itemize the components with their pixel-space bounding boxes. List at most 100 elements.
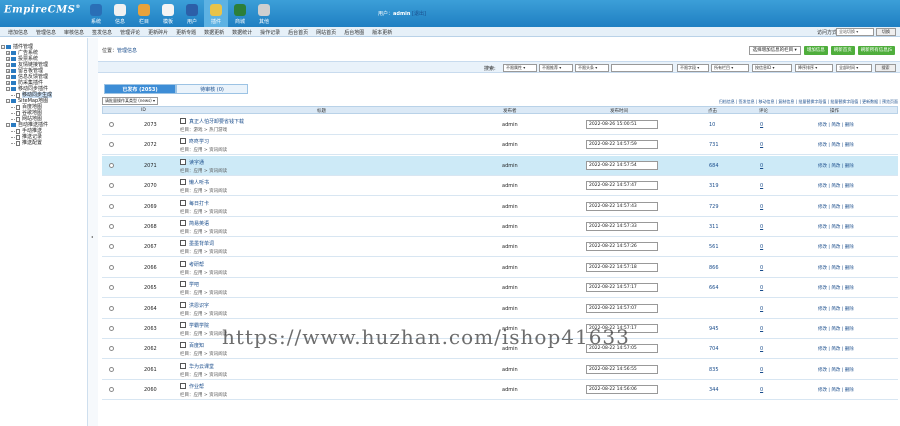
- row-views[interactable]: 561: [709, 244, 719, 250]
- row-views[interactable]: 10: [709, 122, 715, 128]
- row-views[interactable]: 945: [709, 326, 719, 332]
- collapse-icon[interactable]: -: [6, 99, 10, 103]
- tab-published[interactable]: 已发布 (2053): [104, 84, 176, 94]
- top-nav-gear[interactable]: 其他: [252, 0, 276, 27]
- row-checkbox[interactable]: [109, 366, 114, 372]
- expand-icon[interactable]: +: [6, 63, 10, 67]
- row-time-input[interactable]: 2022-08-26 15:00:51: [586, 120, 658, 129]
- sub-nav-item[interactable]: 签发信息: [92, 29, 112, 36]
- row-checkbox[interactable]: [109, 305, 114, 311]
- row-operations[interactable]: 修改 | 简改 | 删除: [818, 306, 854, 312]
- row-checkbox[interactable]: [109, 326, 114, 331]
- expand-icon[interactable]: +: [6, 81, 10, 85]
- collapse-arrow-icon[interactable]: ◂: [91, 234, 93, 239]
- row-time-input[interactable]: 2022-08-22 14:56:55: [586, 364, 658, 374]
- row-time-input[interactable]: 2022-08-22 14:56:06: [586, 385, 658, 395]
- row-checkbox[interactable]: [109, 122, 114, 127]
- top-nav-folder[interactable]: 栏目: [132, 0, 156, 27]
- sub-nav-item[interactable]: 增加信息: [8, 29, 28, 36]
- sub-nav-item[interactable]: 操作记录: [260, 29, 280, 36]
- collapse-icon[interactable]: -: [6, 87, 10, 91]
- top-nav-pen[interactable]: 插件: [204, 0, 228, 27]
- sub-nav-item[interactable]: 管理评论: [120, 29, 140, 36]
- top-nav-template[interactable]: 模板: [156, 0, 180, 27]
- row-operations[interactable]: 修改 | 简改 | 删除: [818, 142, 854, 148]
- row-checkbox[interactable]: [109, 224, 114, 229]
- row-comments[interactable]: 0: [760, 122, 763, 128]
- sort-order-select[interactable]: 降序排序 ▾: [795, 64, 833, 72]
- row-title[interactable]: 学霸学院: [189, 322, 209, 329]
- row-operations[interactable]: 修改 | 简改 | 删除: [818, 285, 854, 291]
- row-time-input[interactable]: 2022-08-22 14:57:33: [586, 222, 658, 231]
- row-operations[interactable]: 修改 | 简改 | 删除: [818, 122, 854, 128]
- sub-nav-item[interactable]: 审核信息: [64, 29, 84, 36]
- expand-icon[interactable]: +: [6, 51, 10, 55]
- row-comments[interactable]: 0: [760, 163, 763, 169]
- time-select[interactable]: 全部时间 ▾: [836, 64, 872, 72]
- attribute-select[interactable]: 不限属性 ▾: [503, 64, 537, 72]
- row-title[interactable]: 懒人听书: [189, 179, 209, 186]
- headline-select[interactable]: 不限头条 ▾: [575, 64, 609, 72]
- row-title[interactable]: 作业帮: [189, 383, 204, 390]
- collapse-icon[interactable]: -: [6, 123, 10, 127]
- row-title[interactable]: 华为云课堂: [189, 363, 214, 370]
- row-comments[interactable]: 0: [760, 306, 763, 312]
- row-views[interactable]: 835: [709, 367, 719, 373]
- row-time-input[interactable]: 2022-08-22 14:57:18: [586, 262, 658, 272]
- switch-button[interactable]: 切换: [876, 28, 896, 36]
- row-operations[interactable]: 修改 | 简改 | 删除: [818, 367, 854, 373]
- row-title[interactable]: 墨墨背单词: [189, 240, 214, 247]
- row-operations[interactable]: 修改 | 简改 | 删除: [818, 224, 854, 230]
- row-title[interactable]: 读字通: [189, 159, 204, 166]
- row-comments[interactable]: 0: [760, 244, 763, 250]
- row-comments[interactable]: 0: [760, 204, 763, 210]
- row-checkbox[interactable]: [109, 285, 114, 291]
- row-operations[interactable]: 修改 | 简改 | 删除: [818, 163, 854, 169]
- row-views[interactable]: 866: [709, 265, 719, 271]
- row-time-input[interactable]: 2022-08-22 14:57:47: [586, 181, 658, 191]
- row-comments[interactable]: 0: [760, 367, 763, 373]
- recommend-select[interactable]: 不限推荐 ▾: [539, 64, 573, 72]
- row-title[interactable]: 每日打卡: [189, 200, 209, 207]
- row-comments[interactable]: 0: [760, 387, 763, 393]
- sub-nav-item[interactable]: 网站首页: [316, 29, 336, 36]
- refresh-home-button[interactable]: 刷新首页: [830, 46, 855, 55]
- refresh-js-button[interactable]: 刷新所有信息JS: [857, 46, 895, 55]
- row-comments[interactable]: 0: [760, 285, 763, 291]
- row-checkbox[interactable]: [109, 162, 114, 168]
- field-select[interactable]: 不限字段 ▾: [677, 64, 709, 72]
- row-time-input[interactable]: 2022-08-22 14:57:26: [586, 242, 658, 252]
- row-checkbox[interactable]: [109, 244, 114, 250]
- tab-pending[interactable]: 待审核 (0): [176, 84, 248, 94]
- top-nav-chart[interactable]: 商城: [228, 0, 252, 27]
- row-views[interactable]: 319: [709, 183, 719, 189]
- row-title[interactable]: 咚咚学习: [189, 138, 209, 145]
- row-time-input[interactable]: 2022-08-22 14:57:07: [586, 303, 658, 313]
- row-time-input[interactable]: 2022-08-22 14:57:43: [586, 201, 658, 211]
- sidebar-collapse-handle[interactable]: ◂: [88, 38, 98, 426]
- row-checkbox[interactable]: [109, 264, 114, 270]
- batch-action-links[interactable]: 归档信息 | 签发信息 | 移动信息 | 复制信息 | 批量替换字段值 | 批量…: [719, 99, 898, 105]
- row-title[interactable]: 洪恩识字: [189, 302, 209, 309]
- row-views[interactable]: 664: [709, 285, 719, 291]
- row-operations[interactable]: 修改 | 简改 | 删除: [818, 326, 854, 332]
- row-checkbox[interactable]: [109, 346, 114, 352]
- add-info-button[interactable]: 增加信息: [803, 46, 828, 55]
- row-comments[interactable]: 0: [760, 224, 763, 230]
- top-nav-globe[interactable]: 系统: [84, 0, 108, 27]
- all-columns-select[interactable]: 所有栏目 ▾: [711, 64, 749, 72]
- row-title[interactable]: 真正人怕牙卸要省钱下载: [189, 118, 244, 125]
- row-comments[interactable]: 0: [760, 142, 763, 148]
- row-title[interactable]: 考研帮: [189, 261, 204, 268]
- row-time-input[interactable]: 2022-08-22 14:57:54: [586, 160, 658, 170]
- row-operations[interactable]: 修改 | 简改 | 删除: [818, 265, 854, 271]
- row-views[interactable]: 704: [709, 346, 719, 352]
- row-comments[interactable]: 0: [760, 183, 763, 189]
- row-checkbox[interactable]: [109, 183, 114, 189]
- sub-nav-item[interactable]: 后台地图: [344, 29, 364, 36]
- sub-nav-item[interactable]: 后台首页: [288, 29, 308, 36]
- row-checkbox[interactable]: [109, 203, 114, 209]
- row-title[interactable]: 简易英语: [189, 220, 209, 227]
- row-title[interactable]: 学吧: [189, 281, 199, 288]
- row-operations[interactable]: 修改 | 简改 | 删除: [818, 244, 854, 250]
